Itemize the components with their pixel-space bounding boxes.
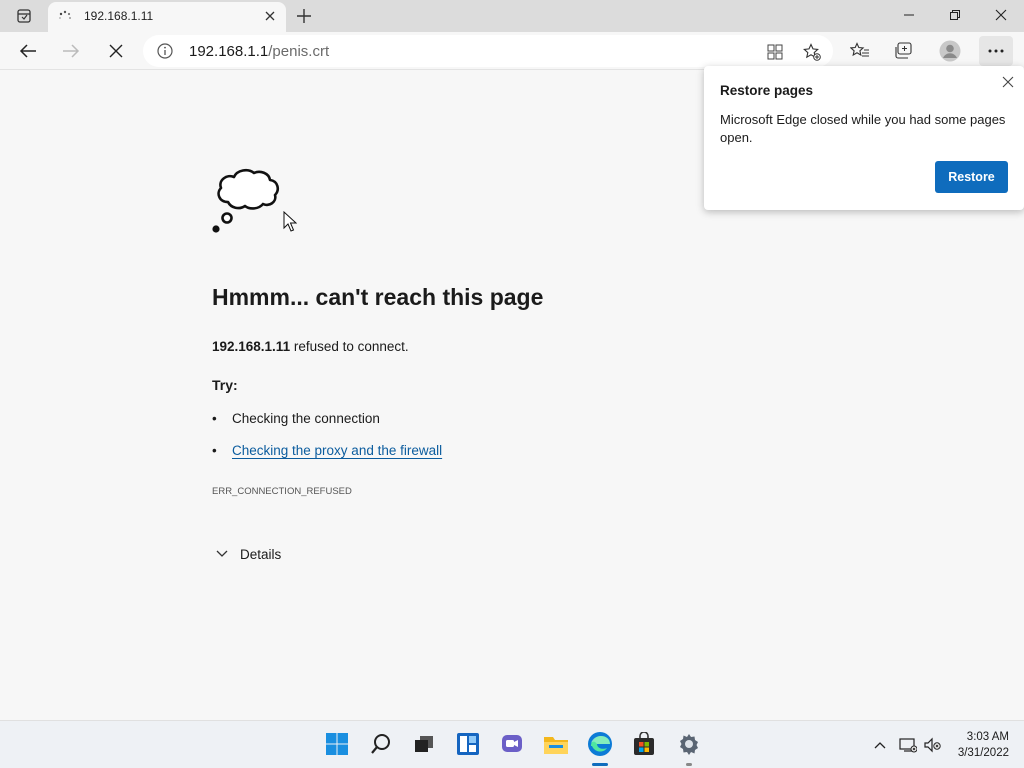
details-toggle[interactable]: Details [214,546,281,562]
clock-date: 3/31/2022 [957,747,1009,759]
proxy-firewall-link[interactable]: Checking the proxy and the firewall [232,443,442,458]
chevron-up-icon[interactable] [870,735,890,755]
store-icon[interactable] [631,731,657,757]
suggestion-item: • Checking the proxy and the firewall [212,443,443,458]
info-icon[interactable] [157,43,173,59]
url-text: 192.168.1.1/penis.crt [189,43,330,60]
new-tab-icon[interactable] [294,6,314,26]
restore-button[interactable]: Restore [935,161,1008,193]
close-window-icon[interactable] [978,0,1024,30]
volume-muted-icon[interactable] [923,735,943,755]
taskbar: 3:03 AM 3/31/2022 [0,720,1024,768]
restore-pages-popup: Restore pages Microsoft Edge closed whil… [704,66,1024,210]
active-tab[interactable]: 192.168.1.11 [48,2,286,32]
minimize-icon[interactable] [886,0,932,30]
collections-icon[interactable] [889,36,919,66]
browser-toolbar: 192.168.1.1/penis.crt [0,32,1024,70]
network-icon[interactable] [898,735,918,755]
favorites-icon[interactable] [845,36,875,66]
file-explorer-icon[interactable] [543,731,569,757]
chat-icon[interactable] [499,731,525,757]
thought-cloud-icon [208,158,292,236]
close-icon[interactable] [1000,74,1016,90]
forward-icon[interactable] [56,36,86,66]
search-icon[interactable] [368,731,394,757]
widgets-icon[interactable] [455,731,481,757]
restore-window-icon[interactable] [932,0,978,30]
stop-loading-icon[interactable] [101,36,131,66]
refused-text: refused to connect. [290,339,409,354]
start-icon[interactable] [324,731,350,757]
task-view-icon[interactable] [411,731,437,757]
settings-icon[interactable] [676,731,702,757]
clock-time: 3:03 AM [966,731,1009,743]
system-clock[interactable]: 3:03 AM 3/31/2022 [958,729,1009,761]
popup-body: Microsoft Edge closed while you had some… [720,112,1006,145]
close-tab-icon[interactable] [262,8,278,24]
app-available-icon[interactable] [764,41,786,63]
tab-actions-icon[interactable] [8,6,40,26]
suggestion-item: • Checking the connection [212,411,380,426]
edge-icon[interactable] [587,731,613,757]
active-app-indicator [592,763,608,766]
refused-message: 192.168.1.11 refused to connect. [212,339,409,354]
address-bar[interactable]: 192.168.1.1/penis.crt [143,35,833,67]
back-icon[interactable] [13,36,43,66]
tab-bar: 192.168.1.11 [0,0,1024,32]
loading-spinner-icon [58,10,72,24]
refused-host: 192.168.1.11 [212,339,291,354]
popup-title: Restore pages [720,83,814,98]
try-label: Try: [212,377,238,393]
mouse-cursor-icon [283,210,298,233]
error-heading: Hmmm... can't reach this page [212,284,544,310]
chevron-down-icon [214,546,230,562]
tab-title: 192.168.1.11 [84,9,154,23]
running-app-indicator [686,763,692,766]
details-label: Details [240,546,282,562]
error-code: ERR_CONNECTION_REFUSED [212,486,352,497]
profile-avatar-icon[interactable] [935,36,965,66]
add-favorite-icon[interactable] [801,41,823,63]
settings-and-more-icon[interactable] [979,36,1013,66]
